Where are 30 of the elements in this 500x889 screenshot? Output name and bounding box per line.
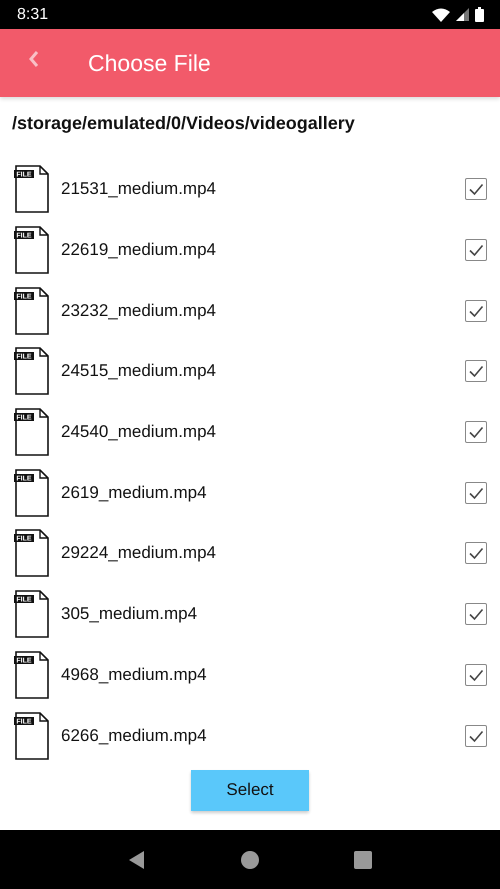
status-time: 8:31 xyxy=(17,6,48,24)
file-name[interactable]: 305_medium.mp4 xyxy=(61,604,465,624)
screen-title: Choose File xyxy=(88,50,211,76)
home-icon[interactable] xyxy=(240,850,259,868)
checkbox[interactable] xyxy=(465,482,487,504)
checkbox[interactable] xyxy=(465,300,487,322)
back-icon[interactable] xyxy=(128,850,146,868)
battery-icon xyxy=(475,7,484,22)
checkbox[interactable] xyxy=(465,239,487,262)
checkbox[interactable] xyxy=(465,542,487,564)
folder-path: /storage/emulated/0/Videos/videogallery xyxy=(11,112,356,135)
checkbox[interactable] xyxy=(465,603,487,626)
checkbox[interactable] xyxy=(465,724,487,747)
file-name[interactable]: 29224_medium.mp4 xyxy=(61,543,465,564)
checkbox[interactable] xyxy=(465,360,487,382)
file-name[interactable]: 4968_medium.mp4 xyxy=(61,664,465,685)
file-name[interactable]: 24540_medium.mp4 xyxy=(61,422,465,442)
select-button[interactable]: Select xyxy=(191,770,309,811)
file-name[interactable]: 21531_medium.mp4 xyxy=(61,179,465,200)
checkbox[interactable] xyxy=(465,178,487,200)
recents-icon[interactable] xyxy=(354,850,372,868)
file-name[interactable]: 23232_medium.mp4 xyxy=(61,300,465,321)
checkbox[interactable] xyxy=(465,421,487,444)
file-name[interactable]: 24515_medium.mp4 xyxy=(61,361,465,382)
checkbox[interactable] xyxy=(465,664,487,686)
signal-icon xyxy=(456,8,469,21)
file-name[interactable]: 22619_medium.mp4 xyxy=(61,240,465,260)
file-name[interactable]: 6266_medium.mp4 xyxy=(61,726,465,746)
file-name[interactable]: 2619_medium.mp4 xyxy=(61,482,465,503)
wifi-icon xyxy=(432,8,450,22)
